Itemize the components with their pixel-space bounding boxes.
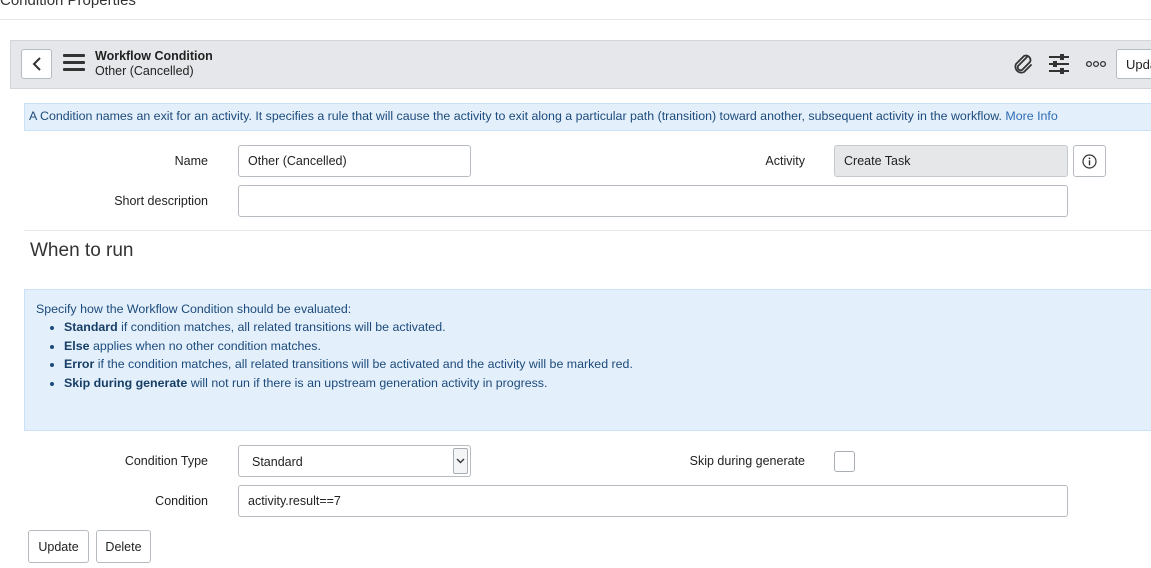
help-item: Skip during generate will not run if the… — [64, 374, 1151, 393]
back-icon — [32, 57, 41, 71]
help-list: Standard if condition matches, all relat… — [64, 318, 1151, 392]
form-header: Workflow Condition Other (Cancelled) Upd… — [10, 40, 1151, 89]
condition-type-label: Condition Type — [124, 454, 208, 468]
back-button[interactable] — [21, 49, 52, 79]
section-title: When to run — [30, 240, 134, 261]
condition-type-select[interactable]: Standard — [238, 445, 471, 477]
form-subtitle: Other (Cancelled) — [95, 64, 194, 78]
activity-field[interactable] — [834, 145, 1068, 177]
condition-field[interactable] — [238, 485, 1068, 517]
hamburger-menu-icon[interactable] — [63, 54, 85, 74]
settings-sliders-icon[interactable] — [1048, 53, 1070, 75]
header-update-button[interactable]: Update — [1116, 49, 1151, 79]
form-title: Workflow Condition — [95, 49, 213, 63]
section-divider — [24, 230, 1151, 231]
name-field[interactable] — [238, 145, 471, 177]
activity-label: Activity — [765, 154, 805, 168]
short-description-field[interactable] — [238, 185, 1068, 217]
condition-label: Condition — [155, 494, 208, 508]
paperclip-icon[interactable] — [1011, 52, 1035, 76]
help-item: Standard if condition matches, all relat… — [64, 318, 1151, 337]
info-message-text: A Condition names an exit for an activit… — [29, 109, 1002, 123]
skip-during-generate-label: Skip during generate — [689, 454, 805, 468]
help-item: Else applies when no other condition mat… — [64, 337, 1151, 356]
short-description-label: Short description — [114, 194, 208, 208]
update-button[interactable]: Update — [28, 530, 89, 563]
info-icon — [1082, 153, 1097, 169]
page-heading: Condition Properties — [0, 0, 136, 9]
delete-button[interactable]: Delete — [96, 530, 151, 563]
skip-during-generate-checkbox[interactable] — [834, 451, 855, 472]
help-item: Error if the condition matches, all rela… — [64, 355, 1151, 374]
chevron-down-icon — [453, 448, 468, 474]
help-message: Specify how the Workflow Condition shoul… — [24, 289, 1151, 431]
activity-info-button[interactable] — [1073, 145, 1106, 177]
more-options-icon[interactable] — [1086, 60, 1106, 68]
heading-divider — [0, 19, 1151, 20]
more-info-link[interactable]: More Info — [1005, 109, 1057, 123]
info-message: A Condition names an exit for an activit… — [24, 103, 1151, 131]
help-intro: Specify how the Workflow Condition shoul… — [36, 302, 352, 316]
name-label: Name — [174, 154, 208, 168]
condition-type-value: Standard — [252, 455, 303, 469]
